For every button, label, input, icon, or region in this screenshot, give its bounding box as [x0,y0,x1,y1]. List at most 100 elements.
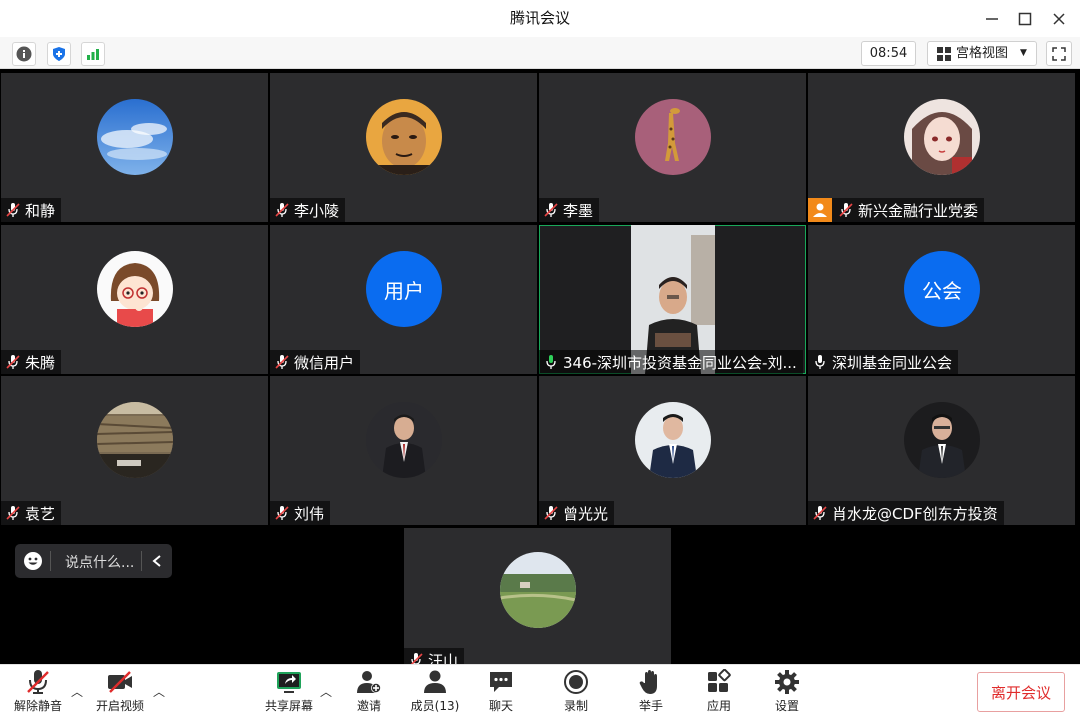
participant-nameplate: 深圳基金同业公会 [808,350,959,374]
bottom-control-bar: 解除静音 ︿ 开启视频 ︿ 共享屏幕 ︿ 邀请 成员(13) 聊天 录制 举手 … [0,664,1080,721]
chevron-left-icon[interactable] [151,554,163,568]
audio-options-caret-icon[interactable]: ︿ [71,683,83,700]
add-user-icon [357,671,381,693]
participant-name: 李墨 [563,201,594,220]
avatar [366,99,442,175]
avatar [97,99,173,175]
meeting-toolbar: 08:54 宫格视图 ▼ [0,37,1080,69]
minimize-icon [986,17,998,20]
chat-input[interactable]: 说点什么... [65,552,134,572]
info-icon [16,46,32,62]
mic-muted-icon [275,506,289,520]
unmute-button[interactable]: 解除静音 [8,669,68,714]
participant-name: 袁艺 [25,504,56,523]
participant-tile[interactable]: 曾光光 [539,376,806,525]
participant-tile[interactable]: 用户 微信用户 [270,225,537,374]
participant-tile[interactable]: 袁艺 [1,376,268,525]
chat-button[interactable]: 聊天 [471,669,531,714]
participant-tile[interactable]: 刘伟 [270,376,537,525]
participant-tile[interactable]: 汪山 [404,528,671,664]
settings-button[interactable]: 设置 [757,669,817,714]
participant-nameplate: 朱腾 [1,350,62,374]
maximize-icon [1018,12,1032,25]
apps-label: 应用 [706,699,731,713]
participant-nameplate: 曾光光 [539,501,615,525]
share-screen-button[interactable]: 共享屏幕 [259,669,319,714]
raise-hand-button[interactable]: 举手 [621,669,681,714]
chevron-down-icon: ▼ [1020,48,1027,58]
share-screen-label: 共享屏幕 [264,699,313,713]
participant-name: 深圳基金同业公会 [832,353,953,372]
fullscreen-icon [1052,46,1066,61]
members-button[interactable]: 成员(13) [405,669,465,714]
host-badge [808,198,832,222]
share-screen-icon [277,672,301,693]
close-button[interactable] [1042,0,1076,37]
camera-off-icon [108,671,132,693]
mic-speaking-icon [546,355,556,369]
avatar [904,99,980,175]
avatar [97,402,173,478]
invite-button[interactable]: 邀请 [339,669,399,714]
participant-name: 新兴金融行业党委 [858,201,979,220]
user-icon [813,203,827,217]
members-label: 成员(13) [410,699,460,713]
view-mode-dropdown[interactable]: 宫格视图 ▼ [927,41,1037,66]
participant-tile-active-speaker[interactable]: 346-深圳市投资基金同业公会-刘... [539,225,806,374]
share-options-caret-icon[interactable]: ︿ [320,683,332,700]
title-bar: 腾讯会议 [0,0,1080,38]
participant-tile[interactable]: 公会 深圳基金同业公会 [808,225,1075,374]
participant-tile[interactable]: 朱腾 [1,225,268,374]
members-icon [424,670,446,693]
apps-button[interactable]: 应用 [689,669,749,714]
participant-tile[interactable]: 李小陵 [270,73,537,222]
meeting-info-button[interactable] [12,42,36,66]
participant-tile[interactable]: 李墨 [539,73,806,222]
fullscreen-button[interactable] [1046,41,1072,66]
video-options-caret-icon[interactable]: ︿ [153,683,165,700]
invite-label: 邀请 [356,699,381,713]
participant-name: 汪山 [428,651,459,665]
divider [141,551,142,571]
meeting-timer: 08:54 [861,41,916,66]
avatar [366,402,442,478]
network-status-button[interactable] [81,42,105,66]
mic-muted-icon [839,203,853,217]
start-video-button[interactable]: 开启视频 [90,669,150,714]
participant-nameplate: 刘伟 [270,501,331,525]
mic-muted-icon [6,355,20,369]
close-icon [1053,12,1065,25]
signal-icon [87,49,99,60]
gear-icon [775,670,799,694]
participant-tile[interactable]: 新兴金融行业党委 [808,73,1075,222]
participant-nameplate: 李小陵 [270,198,346,222]
mic-muted-icon [6,506,20,520]
grid-icon [937,47,951,61]
mic-muted-icon [410,653,423,664]
participant-name: 朱腾 [25,353,56,372]
participant-name: 李小陵 [294,201,340,220]
record-icon [564,670,588,694]
participant-tile[interactable]: 和静 [1,73,268,222]
participant-name: 曾光光 [563,504,609,523]
view-mode-label: 宫格视图 [956,46,1009,61]
chat-input-bar[interactable]: 说点什么... [15,544,172,578]
mic-muted-icon [544,506,558,520]
mic-muted-icon [544,203,558,217]
record-button[interactable]: 录制 [546,669,606,714]
maximize-button[interactable] [1008,0,1042,37]
security-button[interactable] [47,42,71,66]
shield-icon [53,47,65,61]
participant-tile[interactable]: 肖水龙@CDF创东方投资 [808,376,1075,525]
mic-muted-icon [275,355,289,369]
emoji-icon[interactable] [23,551,43,571]
mic-muted-icon [275,203,289,217]
start-video-label: 开启视频 [95,699,144,713]
leave-meeting-button[interactable]: 离开会议 [977,672,1065,712]
avatar [635,99,711,175]
avatar [904,402,980,478]
avatar [500,552,576,628]
raise-hand-label: 举手 [638,699,663,713]
mic-muted-icon [27,670,49,694]
minimize-button[interactable] [975,0,1009,37]
